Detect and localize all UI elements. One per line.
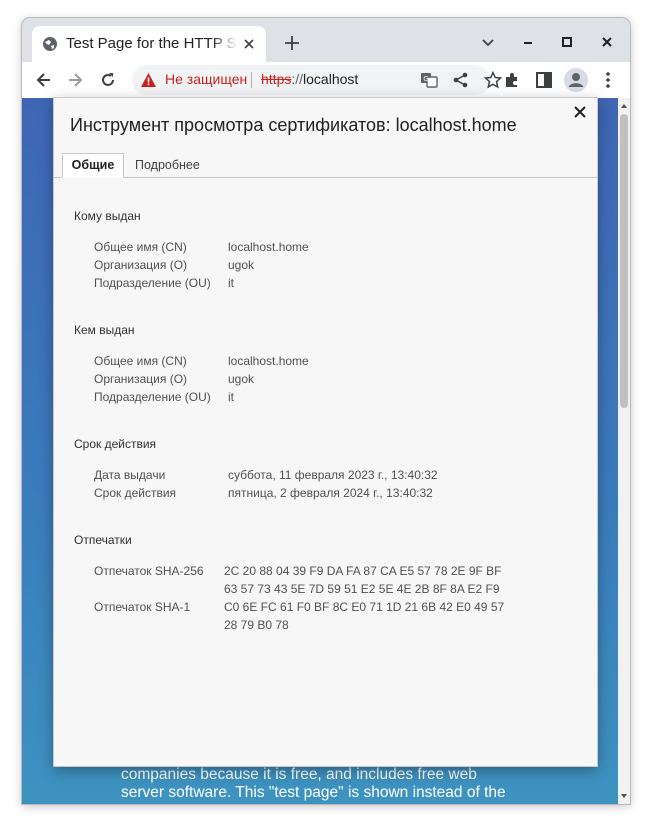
profile-avatar-icon[interactable] — [564, 68, 588, 92]
issued-by-cn-label: Общее имя (CN) — [94, 354, 187, 368]
issued-to-ou-value: it — [228, 276, 234, 290]
close-tab-icon[interactable] — [240, 35, 258, 53]
sha1-label: Отпечаток SHA-1 — [94, 600, 191, 614]
page-text-line: companies because it is free, and includ… — [121, 766, 477, 783]
omnibox-divider — [251, 72, 252, 88]
share-icon[interactable] — [452, 71, 470, 89]
page-scrollbar[interactable] — [618, 98, 630, 804]
tab-strip: Test Page for the HTTP Server on Fedora — [22, 18, 630, 62]
dialog-tabs: Общие Подробнее — [54, 153, 597, 178]
certificate-viewer-dialog: Инструмент просмотра сертификатов: local… — [54, 98, 597, 766]
dialog-title: Инструмент просмотра сертификатов: local… — [70, 115, 517, 135]
dialog-header: Инструмент просмотра сертификатов: local… — [54, 98, 597, 142]
globe-icon — [43, 37, 57, 51]
issued-by-heading: Кем выдан — [74, 323, 135, 337]
chevron-down-icon[interactable] — [478, 32, 498, 52]
validity-heading: Срок действия — [74, 437, 157, 451]
issue-date-value: суббота, 11 февраля 2023 г., 13:40:32 — [228, 468, 438, 482]
issued-by-ou-label: Подразделение (OU) — [94, 390, 211, 404]
back-icon[interactable] — [34, 70, 54, 90]
issued-by-cn-value: localhost.home — [228, 354, 309, 368]
scroll-up-arrow-icon[interactable] — [620, 102, 628, 110]
new-tab-icon[interactable] — [282, 33, 302, 53]
tab-details[interactable]: Подробнее — [135, 153, 200, 177]
issued-by-o-label: Организация (O) — [94, 372, 188, 386]
maximize-icon[interactable] — [557, 32, 577, 52]
fingerprints-heading: Отпечатки — [74, 533, 132, 547]
browser-tab[interactable]: Test Page for the HTTP Server on Fedora — [32, 26, 266, 62]
issued-to-heading: Кому выдан — [74, 209, 141, 223]
sha256-value-line: 63 57 73 43 5E 7D 59 51 E2 5E 4E 2B 8F 8… — [224, 582, 500, 596]
issued-to-o-value: ugok — [228, 258, 255, 272]
not-secure-label[interactable]: Не защищен — [165, 71, 247, 87]
side-panel-icon[interactable] — [534, 70, 554, 90]
issued-to-ou-label: Подразделение (OU) — [94, 276, 211, 290]
scroll-down-arrow-icon[interactable] — [620, 792, 628, 800]
close-icon[interactable] — [572, 104, 588, 120]
issued-to-cn-value: localhost.home — [228, 240, 309, 254]
close-window-icon[interactable] — [597, 32, 617, 52]
issued-to-o-label: Организация (O) — [94, 258, 188, 272]
tab-title: Test Page for the HTTP Server on Fedora — [66, 35, 238, 52]
forward-icon[interactable] — [65, 70, 85, 90]
url-scheme: https — [261, 71, 292, 87]
reload-icon[interactable] — [98, 70, 118, 90]
sha256-value-line: 2C 20 88 04 39 F9 DA FA 87 CA E5 57 78 2… — [224, 564, 502, 578]
svg-text:G: G — [423, 75, 428, 83]
sha1-value-line: 28 79 B0 78 — [224, 618, 289, 632]
issued-by-o-value: ugok — [228, 372, 255, 386]
menu-kebab-icon[interactable] — [598, 70, 618, 90]
url-host: localhost — [303, 71, 359, 87]
translate-icon[interactable]: G — [420, 71, 438, 89]
address-bar[interactable]: Не защищен https://localhost G — [132, 65, 502, 95]
issue-date-label: Дата выдачи — [94, 468, 166, 482]
page-text-line: server software. This "test page" is sho… — [121, 784, 506, 801]
extensions-icon[interactable] — [502, 70, 522, 90]
issued-to-cn-label: Общее имя (CN) — [94, 240, 187, 254]
scroll-thumb[interactable] — [620, 114, 628, 408]
sha256-label: Отпечаток SHA-256 — [94, 564, 204, 578]
sha1-value-line: C0 6E FC 61 F0 BF 8C E0 71 1D 21 6B 42 E… — [224, 600, 505, 614]
bookmark-star-icon[interactable] — [484, 71, 502, 89]
expiry-date-value: пятница, 2 февраля 2024 г., 13:40:32 — [228, 486, 433, 500]
url-separator: :// — [291, 71, 304, 87]
issued-by-ou-value: it — [228, 390, 234, 404]
browser-window: Test Page for the HTTP Server on Fedora — [22, 18, 630, 804]
minimize-icon[interactable] — [518, 32, 538, 52]
warning-icon[interactable] — [140, 72, 157, 88]
tab-general[interactable]: Общие — [62, 153, 124, 178]
page-body-text: companies because it is free, and includ… — [121, 766, 561, 802]
url-text[interactable]: https://localhost — [261, 71, 358, 87]
toolbar: Не защищен https://localhost G — [22, 62, 630, 98]
expiry-date-label: Срок действия — [94, 486, 177, 500]
